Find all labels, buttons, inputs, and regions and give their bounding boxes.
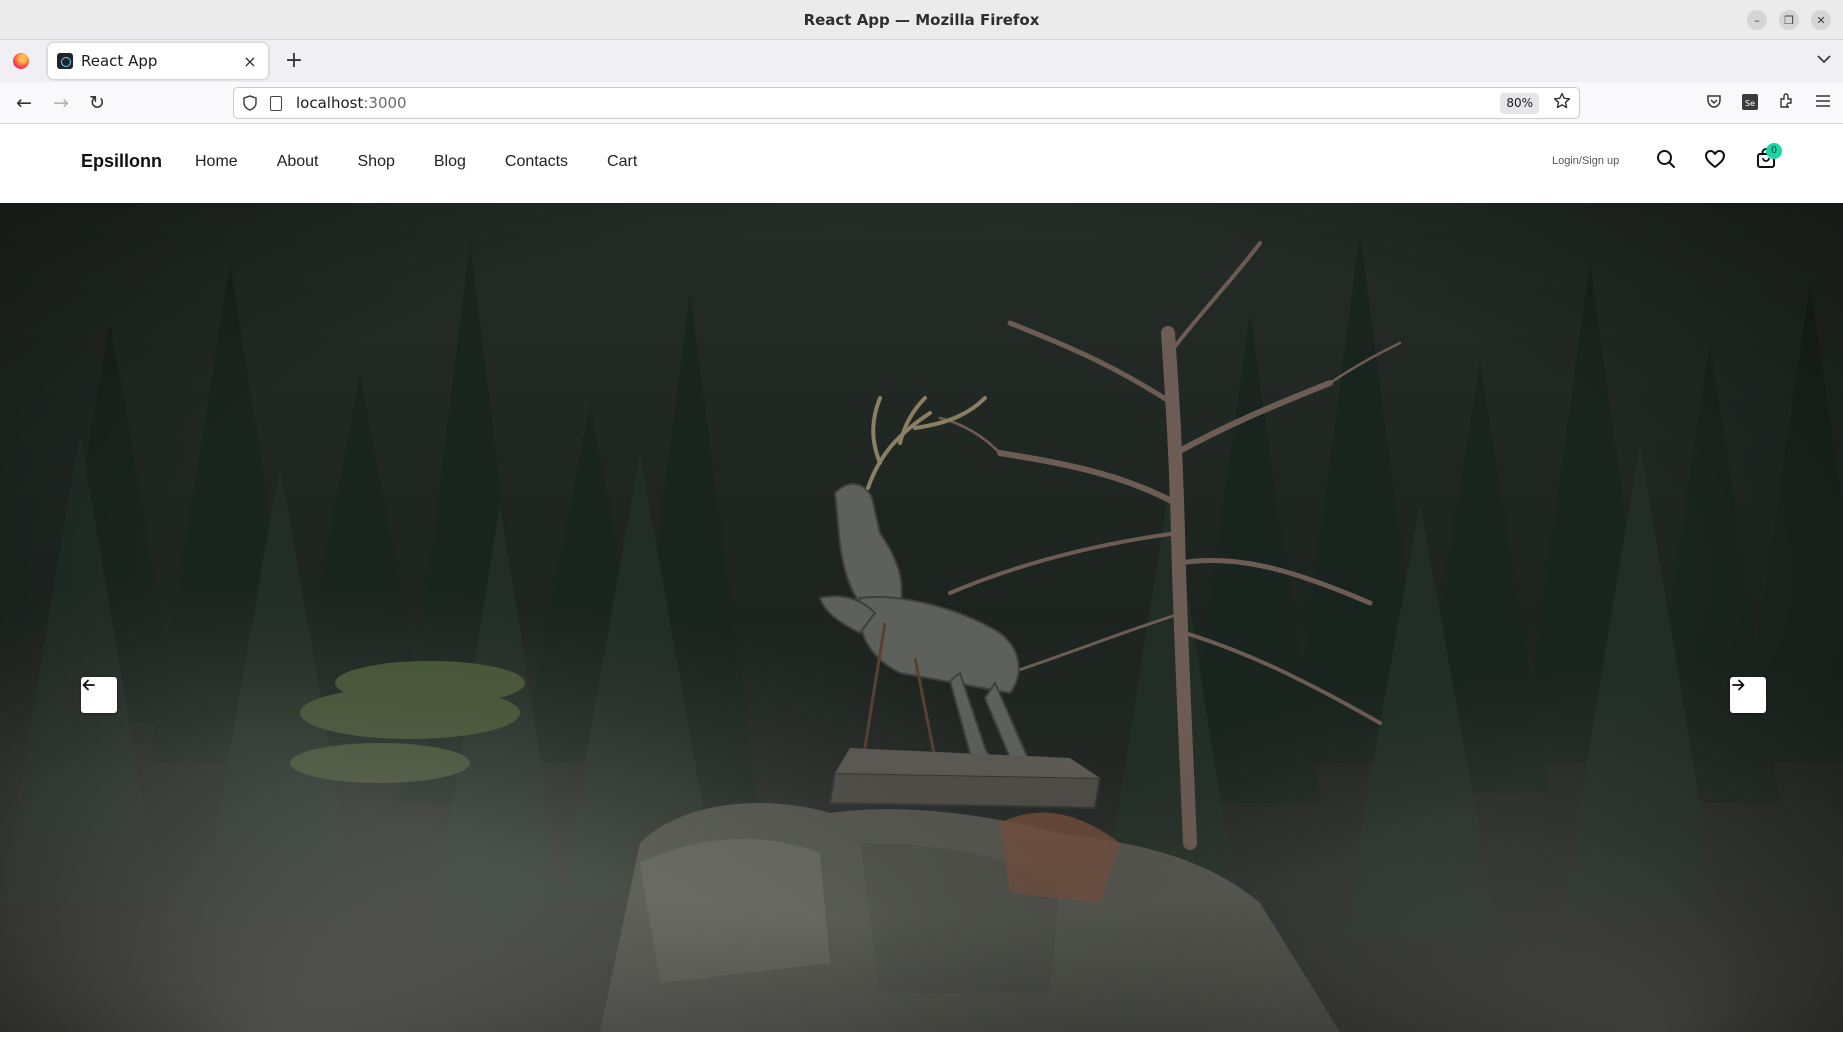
chevron-down-icon xyxy=(1817,55,1831,64)
nav-about[interactable]: About xyxy=(277,153,319,171)
hero-image xyxy=(0,203,1843,1032)
login-signup-link[interactable]: Login/Sign up xyxy=(1552,155,1619,167)
hero-slider xyxy=(0,203,1843,1032)
bookmark-star-icon[interactable] xyxy=(1553,92,1571,115)
svg-text:Se: Se xyxy=(1745,99,1755,108)
menu-icon[interactable] xyxy=(1813,93,1833,113)
firefox-logo-icon[interactable] xyxy=(13,53,29,69)
zoom-level-button[interactable]: 80% xyxy=(1500,93,1539,114)
arrow-left-icon xyxy=(82,679,95,691)
forward-button[interactable]: → xyxy=(49,91,73,115)
new-tab-button[interactable]: + xyxy=(282,48,306,73)
tab-close-button[interactable]: × xyxy=(241,52,259,71)
back-button[interactable]: ← xyxy=(12,91,36,115)
extensions-icon[interactable] xyxy=(1776,93,1796,113)
tab-strip: React App × + xyxy=(0,40,1843,82)
site-logo[interactable]: Epsillonn xyxy=(81,151,162,172)
reload-button[interactable]: ↻ xyxy=(85,91,109,115)
nav-home[interactable]: Home xyxy=(195,153,238,171)
window-titlebar: React App — Mozilla Firefox – ❐ ✕ xyxy=(0,0,1843,40)
nav-blog[interactable]: Blog xyxy=(434,153,466,171)
tab-title: React App xyxy=(81,52,158,70)
main-nav: Home About Shop Blog Contacts Cart xyxy=(195,153,676,171)
site-header: Epsillonn Home About Shop Blog Contacts … xyxy=(0,124,1843,203)
shield-icon[interactable] xyxy=(242,94,258,112)
search-icon[interactable] xyxy=(1654,147,1678,171)
pocket-icon[interactable] xyxy=(1704,93,1724,113)
window-controls: – ❐ ✕ xyxy=(1747,10,1831,30)
nav-contacts[interactable]: Contacts xyxy=(505,153,568,171)
url-host: localhost xyxy=(296,94,364,112)
url-bar[interactable]: localhost:3000 80% xyxy=(233,87,1580,119)
window-title: React App — Mozilla Firefox xyxy=(803,10,1040,29)
slider-prev-button[interactable] xyxy=(81,677,117,713)
react-favicon-icon xyxy=(57,53,73,69)
list-all-tabs-button[interactable] xyxy=(1817,50,1831,68)
close-window-button[interactable]: ✕ xyxy=(1811,10,1831,30)
slider-next-button[interactable] xyxy=(1730,677,1766,713)
nav-shop[interactable]: Shop xyxy=(358,153,395,171)
minimize-button[interactable]: – xyxy=(1747,10,1767,30)
nav-cart[interactable]: Cart xyxy=(607,153,637,171)
tab-react-app[interactable]: React App × xyxy=(48,43,268,79)
extension-se-icon[interactable]: Se xyxy=(1740,93,1760,113)
restore-button[interactable]: ❐ xyxy=(1779,10,1799,30)
wishlist-heart-icon[interactable] xyxy=(1703,147,1727,171)
navigation-toolbar: ← → ↻ localhost:3000 80% Se xyxy=(0,82,1843,124)
arrow-right-icon xyxy=(1732,679,1745,691)
page-below-hero xyxy=(0,1032,1843,1053)
cart-count-badge: 0 xyxy=(1766,143,1782,159)
page-icon[interactable] xyxy=(270,95,282,111)
url-port: :3000 xyxy=(363,94,407,112)
